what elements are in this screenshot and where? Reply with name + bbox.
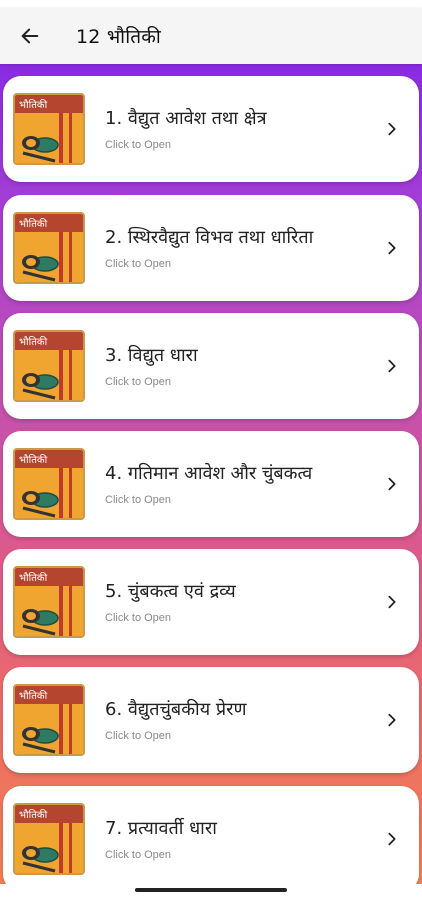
svg-text:भौतिकी: भौतिकी — [19, 454, 48, 466]
svg-text:भौतिकी: भौतिकी — [19, 572, 48, 584]
chapter-subtitle: Click to Open — [105, 258, 172, 270]
book-thumbnail: भौतिकी — [13, 93, 85, 165]
chapter-subtitle: Click to Open — [105, 612, 172, 624]
chapter-card-5[interactable]: भौतिकी 5. चुंबकत्व एवं द्रव्य Click to O… — [3, 549, 419, 655]
status-bar — [0, 0, 422, 8]
svg-text:भौतिकी: भौतिकी — [19, 218, 48, 230]
chevron-right-icon — [379, 589, 405, 615]
chapter-title: 7. प्रत्यावर्ती धारा — [105, 818, 217, 839]
book-thumbnail: भौतिकी — [13, 566, 85, 638]
chevron-right-icon — [379, 826, 405, 852]
chevron-right-icon — [379, 235, 405, 261]
home-gesture-handle[interactable] — [135, 888, 287, 892]
chapter-card-6[interactable]: भौतिकी 6. वैद्युतचुंबकीय प्रेरण Click to… — [3, 667, 419, 773]
chapter-card-2[interactable]: भौतिकी 2. स्थिरवैद्युत विभव तथा धारिता C… — [3, 195, 419, 301]
chevron-right-icon — [379, 353, 405, 379]
chapter-title: 3. विद्युत धारा — [105, 345, 198, 366]
chapter-card-3[interactable]: भौतिकी 3. विद्युत धारा Click to Open — [3, 313, 419, 419]
svg-text:भौतिकी: भौतिकी — [19, 336, 48, 348]
chapter-title: 6. वैद्युतचुंबकीय प्रेरण — [105, 699, 247, 720]
chapter-card-1[interactable]: भौतिकी 1. वैद्युत आवेश तथा क्षेत्र Click… — [3, 76, 419, 182]
app-bar: 12 भौतिकी — [0, 8, 422, 64]
chevron-right-icon — [379, 707, 405, 733]
chapter-card-7[interactable]: भौतिकी 7. प्रत्यावर्ती धारा Click to Ope… — [3, 786, 419, 892]
chevron-right-icon — [379, 116, 405, 142]
svg-text:भौतिकी: भौतिकी — [19, 809, 48, 821]
svg-text:भौतिकी: भौतिकी — [19, 690, 48, 702]
book-thumbnail: भौतिकी — [13, 684, 85, 756]
chapter-subtitle: Click to Open — [105, 376, 172, 388]
book-thumbnail: भौतिकी — [13, 448, 85, 520]
chapter-title: 4. गतिमान आवेश और चुंबकत्व — [105, 463, 313, 484]
chapter-subtitle: Click to Open — [105, 494, 172, 506]
book-thumbnail: भौतिकी — [13, 330, 85, 402]
chapter-title: 1. वैद्युत आवेश तथा क्षेत्र — [105, 108, 267, 129]
chapter-title: 2. स्थिरवैद्युत विभव तथा धारिता — [105, 227, 314, 248]
book-thumbnail: भौतिकी — [13, 803, 85, 875]
page-title: 12 भौतिकी — [76, 26, 161, 48]
chapter-card-4[interactable]: भौतिकी 4. गतिमान आवेश और चुंबकत्व Click … — [3, 431, 419, 537]
arrow-left-icon[interactable] — [14, 20, 46, 52]
navigation-bar — [0, 884, 422, 900]
chapter-subtitle: Click to Open — [105, 139, 172, 151]
chapter-list: भौतिकी 1. वैद्युत आवेश तथा क्षेत्र Click… — [0, 64, 422, 900]
chevron-right-icon — [379, 471, 405, 497]
book-thumbnail: भौतिकी — [13, 212, 85, 284]
chapter-subtitle: Click to Open — [105, 730, 172, 742]
chapter-title: 5. चुंबकत्व एवं द्रव्य — [105, 581, 236, 602]
chapter-subtitle: Click to Open — [105, 849, 172, 861]
svg-text:भौतिकी: भौतिकी — [19, 99, 48, 111]
